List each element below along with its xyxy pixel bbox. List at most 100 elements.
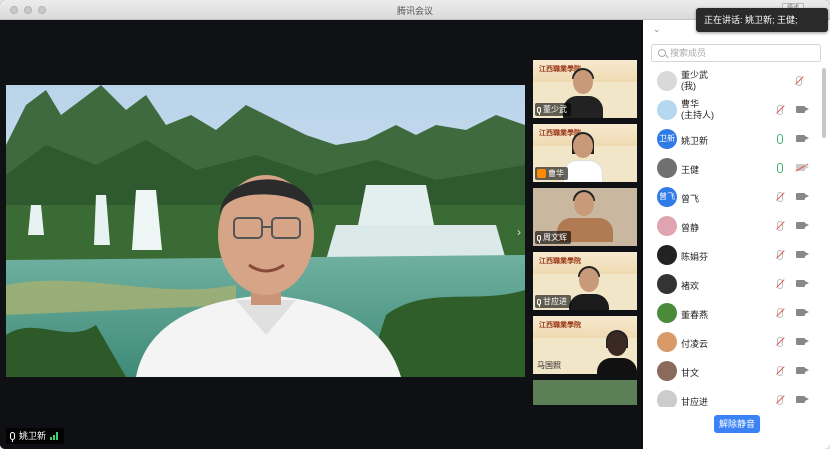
tile-name-tag: 董少武 — [535, 103, 571, 116]
avatar — [657, 274, 677, 294]
camera-icon[interactable] — [796, 193, 809, 200]
speaker-name-tag: 姚卫新 — [6, 428, 65, 444]
member-row[interactable]: 董少武 (我) — [643, 67, 823, 96]
member-row[interactable]: 甘应进 — [643, 386, 823, 407]
mic-muted-icon[interactable] — [777, 221, 783, 231]
member-name: 陈娟芬 — [681, 250, 708, 263]
camera-icon[interactable] — [796, 251, 809, 258]
mic-icon — [537, 106, 541, 115]
member-row[interactable]: 曹华 (主持人) — [643, 96, 823, 125]
mic-icon — [537, 234, 541, 243]
tile-name: 曹华 — [548, 169, 564, 178]
member-row[interactable]: 付凌云 — [643, 328, 823, 357]
camera-icon[interactable] — [796, 280, 809, 287]
mic-icon — [537, 298, 541, 307]
main-video-frame — [6, 85, 525, 377]
camera-icon[interactable] — [796, 135, 809, 142]
avatar — [657, 332, 677, 352]
signal-icon — [50, 432, 59, 440]
avatar: 曾飞 — [657, 187, 677, 207]
camera-icon[interactable] — [796, 309, 809, 316]
tile-name: 董少武 — [543, 105, 567, 114]
member-row[interactable]: 董春燕 — [643, 299, 823, 328]
camera-off-icon[interactable] — [796, 164, 809, 171]
member-row[interactable]: 甘文 — [643, 357, 823, 386]
member-name-text: 董春燕 — [681, 310, 709, 320]
avatar — [657, 361, 677, 381]
member-name: 付凌云 — [681, 337, 708, 350]
member-name: 曾静 — [681, 221, 699, 234]
member-name: 姚卫新 — [681, 134, 708, 147]
participant-video — [569, 266, 609, 310]
participant-video — [597, 330, 637, 374]
member-name-text: 曾飞 — [681, 194, 700, 204]
camera-icon[interactable] — [796, 396, 809, 403]
member-row[interactable]: 曾飞 曾飞 — [643, 183, 823, 212]
avatar — [657, 71, 677, 91]
member-search[interactable] — [651, 44, 821, 62]
share-icon — [537, 169, 546, 178]
main-video[interactable] — [6, 85, 525, 377]
collapse-chevron-icon[interactable]: ⌄ — [653, 24, 661, 35]
member-row[interactable]: 王健 — [643, 154, 823, 183]
member-role: (我) — [681, 81, 696, 91]
member-name-text: 曹华 — [681, 99, 700, 109]
member-name: 董少武 (我) — [681, 70, 708, 92]
gallery-tile[interactable]: 江西職業學院 马国照 — [533, 316, 637, 374]
member-name-text: 陈娟芬 — [681, 252, 709, 262]
gallery-tile[interactable]: 江西職業學院 董少武 — [533, 60, 637, 118]
mic-muted-icon[interactable] — [777, 366, 783, 376]
mic-muted-icon[interactable] — [796, 76, 802, 86]
avatar: 卫新 — [657, 129, 677, 149]
gallery-tile[interactable]: 江西職業學院 甘应进 — [533, 252, 637, 310]
camera-icon[interactable] — [796, 222, 809, 229]
member-name-text: 姚卫新 — [681, 136, 709, 146]
member-name: 曾飞 — [681, 192, 699, 205]
member-name: 褚欢 — [681, 279, 699, 292]
camera-icon[interactable] — [796, 338, 809, 345]
unmute-button[interactable]: 解除静音 — [714, 415, 760, 433]
avatar — [657, 245, 677, 265]
speaker-name: 姚卫新 — [19, 431, 47, 441]
mic-icon — [10, 432, 15, 442]
mic-icon[interactable] — [777, 134, 783, 144]
mic-muted-icon[interactable] — [777, 395, 783, 405]
member-name: 董春燕 — [681, 308, 708, 321]
member-row[interactable]: 褚欢 — [643, 270, 823, 299]
collapse-gallery-chevron-icon[interactable]: › — [517, 225, 521, 239]
member-row[interactable]: 曾静 — [643, 212, 823, 241]
banner-text: 江西職業學院 — [539, 322, 581, 329]
banner-text: 江西職業學院 — [539, 258, 581, 265]
participants-panel: ⌄ 董少武(我)曹华(主持人)卫新姚卫新王健曾飞曾飞曾静陈娟芬褚欢董春燕付凌云甘… — [643, 20, 830, 449]
member-search-input[interactable] — [670, 46, 815, 60]
gallery-tile[interactable]: 江西職業學院 曹华 — [533, 124, 637, 182]
member-row[interactable]: 卫新 姚卫新 — [643, 125, 823, 154]
camera-icon[interactable] — [796, 106, 809, 113]
mic-muted-icon[interactable] — [777, 250, 783, 260]
member-row[interactable]: 陈娟芬 — [643, 241, 823, 270]
member-name: 甘文 — [681, 366, 699, 379]
tile-name-tag: 甘应进 — [535, 295, 571, 308]
mic-muted-icon[interactable] — [777, 192, 783, 202]
member-name-text: 曾静 — [681, 223, 700, 233]
mic-muted-icon[interactable] — [777, 105, 783, 115]
mic-muted-icon[interactable] — [777, 308, 783, 318]
member-name-text: 甘应进 — [681, 397, 709, 407]
mic-muted-icon[interactable] — [777, 279, 783, 289]
tile-name-tag: 马国照 — [535, 359, 565, 372]
avatar — [657, 216, 677, 236]
tile-name: 马国照 — [537, 361, 561, 370]
camera-icon[interactable] — [796, 367, 809, 374]
mic-muted-icon[interactable] — [777, 337, 783, 347]
member-name: 曹华 (主持人) — [681, 99, 714, 121]
mic-icon[interactable] — [777, 163, 783, 173]
gallery-tile[interactable]: 周文辉 — [533, 188, 637, 246]
member-list-scrollbar[interactable] — [822, 68, 826, 138]
member-list: 董少武 (我) 曹华 (主持人) 卫新 姚卫新 王健 曾飞 曾飞 曾静 陈娟芬 褚欢 董春燕 付凌云 甘文甘… — [643, 67, 823, 407]
member-name-text: 董少武 — [681, 70, 709, 80]
tile-name-tag: 曹华 — [535, 167, 568, 180]
tile-name-tag: 周文辉 — [535, 231, 571, 244]
avatar — [657, 158, 677, 178]
tile-name: 周文辉 — [543, 233, 567, 242]
gallery-tile[interactable] — [533, 380, 637, 405]
